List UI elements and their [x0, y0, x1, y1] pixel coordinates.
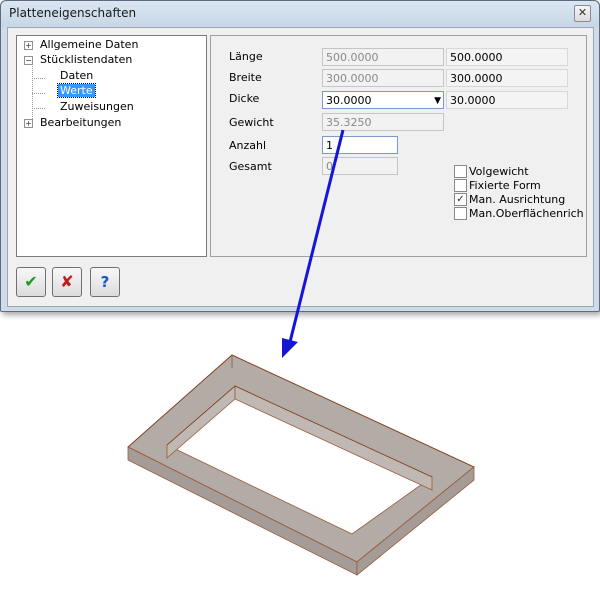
tree-item-allgemeine-daten[interactable]: Allgemeine Daten [40, 38, 138, 52]
expand-icon[interactable]: + [24, 41, 33, 50]
checkbox-label: Man.Oberflächenrich [469, 207, 584, 220]
plate-opening [166, 385, 433, 535]
close-button[interactable]: ✕ [574, 5, 591, 22]
help-button[interactable]: ? [90, 267, 120, 297]
plate-edge [127, 354, 475, 468]
gewicht-label: Gewicht [229, 116, 274, 129]
checkbox-box[interactable] [454, 179, 467, 192]
tree-connector [32, 108, 45, 109]
help-question-icon: ? [100, 273, 110, 291]
tree-item-zuweisungen[interactable]: Zuweisungen [60, 100, 134, 114]
values-panel: Länge 500.0000 500.0000 Breite 300.0000 … [210, 35, 587, 257]
checkbox-box[interactable] [454, 207, 467, 220]
laenge-result: 500.0000 [446, 48, 568, 66]
title-bar[interactable]: Platteneigenschaften ✕ [1, 1, 599, 27]
properties-dialog: Platteneigenschaften ✕ + Allgemeine Date… [0, 0, 600, 312]
checkmark-icon[interactable]: ✓ [454, 193, 467, 206]
dialog-client-area: + Allgemeine Daten − Stücklistendaten Da… [7, 27, 594, 307]
cancel-button[interactable]: ✘ [52, 267, 82, 297]
anzahl-input[interactable]: 1 [322, 136, 398, 154]
plate-right-side [356, 466, 475, 576]
dicke-label: Dicke [229, 92, 260, 105]
checkmark-icon: ✔ [24, 272, 38, 291]
laenge-field: 500.0000 [322, 48, 444, 66]
checkbox-label: Man. Ausrichtung [469, 193, 566, 206]
laenge-label: Länge [229, 50, 263, 63]
tree-connector [32, 78, 45, 79]
close-icon: ✕ [577, 6, 588, 19]
gesamt-field: 0 [322, 157, 398, 175]
breite-label: Breite [229, 71, 262, 84]
plate-edge [166, 385, 433, 478]
chevron-down-icon[interactable]: ▼ [434, 92, 441, 108]
dicke-result: 30.0000 [446, 91, 568, 109]
tree-item-stuecklistendaten[interactable]: Stücklistendaten [40, 53, 132, 67]
cancel-x-icon: ✘ [60, 272, 74, 291]
tree-connector [32, 93, 45, 94]
checkbox-label: Volgewicht [469, 165, 529, 178]
dicke-value: 30.0000 [326, 94, 372, 107]
plate-3d-model [127, 354, 475, 576]
plate-top-face [127, 354, 475, 563]
tree-item-daten[interactable]: Daten [60, 69, 93, 83]
anzahl-label: Anzahl [229, 139, 267, 152]
plate-front-side [127, 446, 358, 576]
gewicht-field: 35.3250 [322, 113, 444, 131]
dicke-combobox[interactable]: 30.0000 ▼ [322, 91, 444, 109]
breite-result: 300.0000 [446, 69, 568, 87]
collapse-icon[interactable]: − [24, 56, 33, 65]
tree-view[interactable]: + Allgemeine Daten − Stücklistendaten Da… [16, 35, 207, 257]
arrow-head-icon [282, 338, 298, 358]
window-title: Platteneigenschaften [9, 6, 137, 20]
plate-inner-wall [166, 385, 236, 459]
tree-item-bearbeitungen[interactable]: Bearbeitungen [40, 116, 121, 130]
breite-field: 300.0000 [322, 69, 444, 87]
tree-item-werte[interactable]: Werte [57, 83, 96, 98]
plate-inner-wall [234, 385, 433, 491]
expand-icon[interactable]: + [24, 119, 33, 128]
tree-item-label: Werte [57, 83, 96, 98]
ok-button[interactable]: ✔ [16, 267, 46, 297]
checkbox-box[interactable] [454, 165, 467, 178]
gesamt-label: Gesamt [229, 160, 272, 173]
checkbox-label: Fixierte Form [469, 179, 541, 192]
